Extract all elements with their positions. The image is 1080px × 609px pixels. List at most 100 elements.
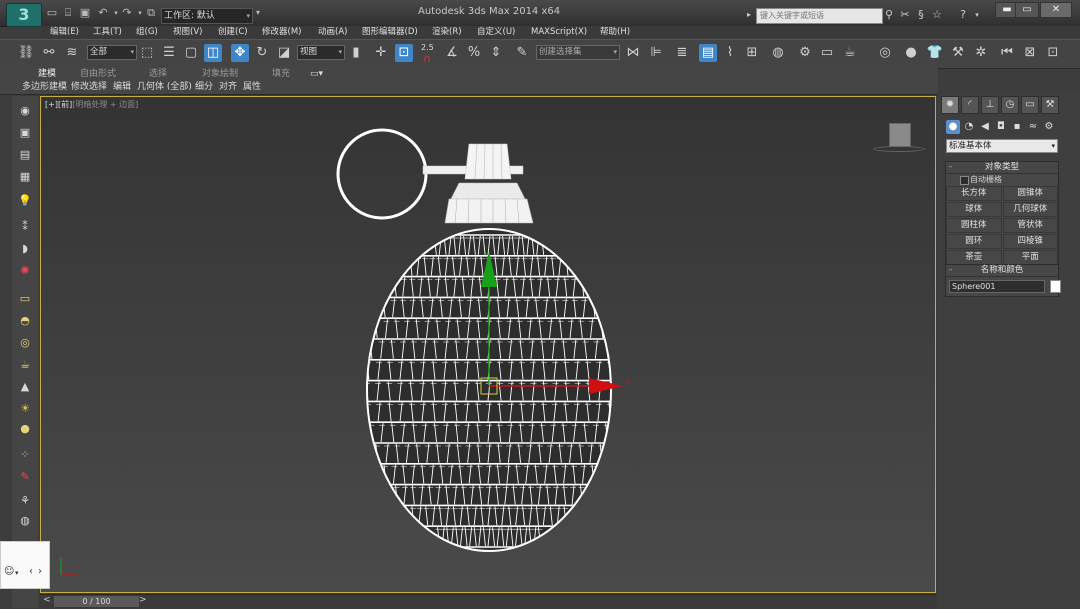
time-prev-button[interactable]: < — [43, 595, 51, 605]
ribbon-tab-populate[interactable]: 填充 — [272, 69, 290, 80]
helpers-icon[interactable]: ▪ — [1010, 120, 1024, 134]
systems-icon[interactable]: ⚙ — [1042, 120, 1056, 134]
angle-snap-icon[interactable]: ∡ — [443, 44, 461, 62]
render-production-icon[interactable]: ☕ — [841, 44, 859, 62]
ribbon-toggle-icon[interactable]: ▤ — [699, 44, 717, 62]
cameras-icon[interactable]: ◘ — [994, 120, 1008, 134]
ribbon-tab-selection[interactable]: 选择 — [149, 69, 167, 80]
select-rotate-icon[interactable]: ↻ — [253, 44, 271, 62]
menu-customize[interactable]: 自定义(U) — [477, 26, 515, 39]
object-color-swatch[interactable] — [1050, 280, 1062, 293]
hemisphere-primitive-icon[interactable]: ◓ — [17, 314, 33, 328]
display-tab-icon[interactable]: ▭ — [1021, 96, 1039, 114]
chat-popup[interactable]: ☺ ▾ ‹ › — [0, 541, 50, 589]
extra-tool-2-icon[interactable]: ⊠ — [1021, 44, 1039, 62]
undo-icon[interactable]: ↶ — [96, 7, 110, 19]
menu-animation[interactable]: 动画(A) — [318, 26, 347, 39]
redo-icon[interactable]: ↷ — [120, 7, 134, 19]
app-logo-button[interactable]: 3 — [6, 3, 42, 27]
schematic-view-icon[interactable]: ⊞ — [743, 44, 761, 62]
torus-button[interactable]: 圆环 — [946, 234, 1002, 249]
unlink-icon[interactable]: ⚯ — [40, 44, 58, 62]
ribbon-panel-modify-selection[interactable]: 修改选择 — [71, 81, 107, 93]
extra-tool-1-icon[interactable]: ⏮ — [998, 44, 1016, 62]
ribbon-tab-freeform[interactable]: 自由形式 — [80, 69, 116, 80]
paint-tool-icon[interactable]: ✎ — [17, 470, 33, 484]
window-crossing-icon[interactable]: ◫ — [204, 44, 222, 62]
close-button[interactable]: ✕ — [1040, 2, 1072, 18]
ribbon-panel-edit[interactable]: 编辑 — [113, 81, 131, 93]
menu-tools[interactable]: 工具(T) — [93, 26, 122, 39]
shirt-icon[interactable]: 👕 — [926, 44, 944, 62]
menu-group[interactable]: 组(G) — [136, 26, 158, 39]
favorites-star-icon[interactable]: ☆ — [930, 8, 944, 22]
curve-editor-icon[interactable]: ⌇ — [721, 44, 739, 62]
ribbon-panel-polygon-modeling[interactable]: 多边形建模 — [22, 81, 67, 93]
ribbon-options-icon[interactable]: ▭▾ — [310, 69, 323, 80]
select-by-name-icon[interactable]: ☰ — [160, 44, 178, 62]
emoji-icon[interactable]: ☺ — [4, 566, 14, 577]
object-type-header[interactable]: - 对象类型 — [946, 162, 1058, 174]
new-file-icon[interactable]: ▭ — [45, 7, 59, 19]
save-file-icon[interactable]: ▣ — [78, 7, 92, 19]
plane-primitive-icon[interactable]: ▭ — [17, 292, 33, 306]
select-scale-icon[interactable]: ◪ — [275, 44, 293, 62]
teapot-button[interactable]: 茶壶 — [946, 250, 1002, 265]
workspace-dropdown[interactable]: 工作区: 默认 ▾ — [161, 8, 253, 24]
utilities-tab-icon[interactable]: ⚒ — [1041, 96, 1059, 114]
select-manipulate-icon[interactable]: ✛ — [372, 44, 390, 62]
material-editor-icon[interactable]: ◍ — [769, 44, 787, 62]
grid-tool-icon[interactable]: ▦ — [17, 170, 33, 184]
render-setup-icon[interactable]: ⚙ — [796, 44, 814, 62]
cone-primitive-icon[interactable]: ▲ — [17, 380, 33, 394]
spinner-snap-icon[interactable]: ⇕ — [487, 44, 505, 62]
teapot-primitive-icon[interactable]: ☕ — [17, 358, 33, 372]
globe-tool-icon[interactable]: ◍ — [17, 514, 33, 528]
hierarchy-tab-icon[interactable]: ⊥ — [981, 96, 999, 114]
time-slider[interactable]: < 0 / 100 > — [40, 594, 936, 609]
align-icon[interactable]: ⊫ — [647, 44, 665, 62]
pyramid-button[interactable]: 四棱锥 — [1002, 234, 1058, 249]
layer-manager-icon[interactable]: ≣ — [673, 44, 691, 62]
named-selection-sets-dropdown[interactable]: 创建选择集 ▾ — [536, 45, 620, 60]
project-folder-icon[interactable]: ⧉ — [144, 7, 158, 19]
keyboard-shortcut-override-icon[interactable]: ⊡ — [395, 44, 413, 62]
ribbon-panel-align[interactable]: 对齐 — [219, 81, 237, 93]
lights-icon[interactable]: ◀ — [978, 120, 992, 134]
box-button[interactable]: 长方体 — [946, 186, 1002, 201]
shapes-icon[interactable]: ◔ — [962, 120, 976, 134]
select-move-icon[interactable]: ✥ — [231, 44, 249, 62]
grenade-model-wireframe[interactable]: x — [41, 97, 936, 593]
maximize-button[interactable]: ▭ — [1015, 2, 1039, 18]
front-viewport[interactable]: [+][前][明暗处理 + 边面] x — [40, 96, 936, 593]
selection-filter-dropdown[interactable]: 全部 ▾ — [87, 45, 137, 60]
signal-tool-icon[interactable]: ⁑ — [17, 220, 33, 234]
menu-maxscript[interactable]: MAXScript(X) — [531, 26, 587, 39]
tools-icon[interactable]: ✂ — [898, 8, 912, 22]
space-warps-icon[interactable]: ≈ — [1026, 120, 1040, 134]
help-search-input[interactable]: 键入关键字或短语 — [756, 8, 883, 24]
checkbox-icon[interactable] — [960, 176, 969, 185]
chevron-right-icon[interactable]: › — [38, 566, 42, 577]
object-name-field[interactable]: Sphere001 — [949, 280, 1045, 293]
menu-graph-editors[interactable]: 图形编辑器(D) — [362, 26, 418, 39]
chevron-left-icon[interactable]: ‹ — [29, 566, 33, 577]
eye-tool-icon[interactable]: ◉ — [17, 104, 33, 118]
ribbon-tab-object-paint[interactable]: 对象绘制 — [202, 69, 238, 80]
light-bulb-icon[interactable]: 💡 — [17, 194, 33, 208]
cylinder-button[interactable]: 圆柱体 — [946, 218, 1002, 233]
menu-rendering[interactable]: 渲染(R) — [432, 26, 462, 39]
subscription-icon[interactable]: § — [914, 8, 928, 22]
menu-view[interactable]: 视图(V) — [173, 26, 202, 39]
snaps-toggle-button[interactable]: 2.5 ∩ — [419, 43, 439, 65]
ribbon-panel-subdivision[interactable]: 细分 — [195, 81, 213, 93]
plane-button[interactable]: 平面 — [1002, 250, 1058, 265]
binoculars-icon[interactable]: ⚲ — [882, 8, 896, 22]
rectangular-selection-icon[interactable]: ▢ — [182, 44, 200, 62]
tube-button[interactable]: 管状体 — [1002, 218, 1058, 233]
extra-tool-3-icon[interactable]: ⊡ — [1044, 44, 1062, 62]
create-tab-icon[interactable]: ✹ — [941, 96, 959, 114]
scatter-tool-icon[interactable]: ⁘ — [17, 448, 33, 462]
time-next-button[interactable]: > — [139, 595, 147, 605]
chevron-down-icon[interactable]: ▾ — [15, 569, 19, 577]
